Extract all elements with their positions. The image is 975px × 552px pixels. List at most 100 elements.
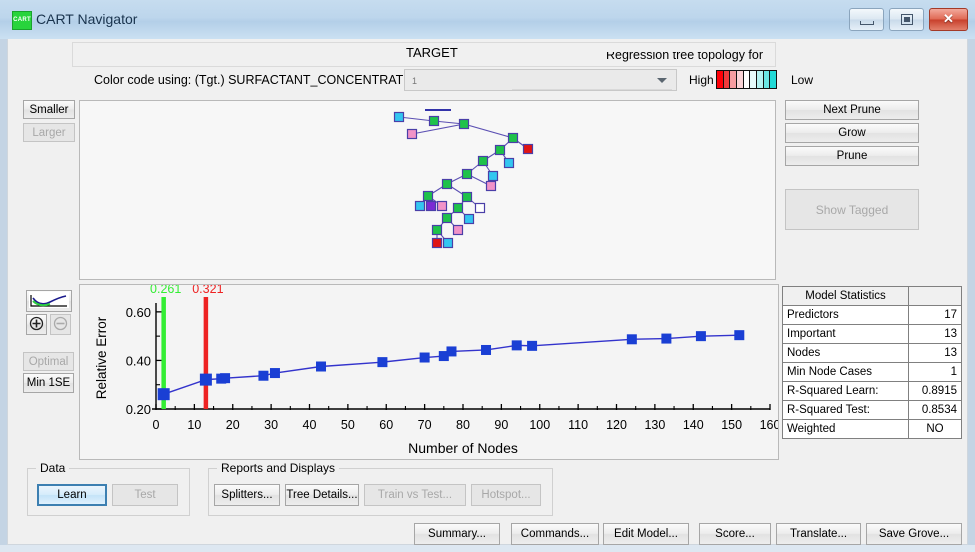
zoom-out-icon xyxy=(53,316,68,330)
ramp-swatch-5 xyxy=(743,71,751,88)
series-point[interactable] xyxy=(199,373,212,386)
right-edge-strip xyxy=(968,39,975,545)
summary-button[interactable]: Summary... xyxy=(414,523,500,545)
tree-node[interactable] xyxy=(441,212,453,224)
x-tick-label: 140 xyxy=(683,418,704,432)
series-point[interactable] xyxy=(377,357,388,368)
series-point[interactable] xyxy=(695,331,706,342)
stats-title: Model Statistics xyxy=(782,286,909,306)
series-point[interactable] xyxy=(481,344,492,355)
tree-node[interactable] xyxy=(393,111,405,123)
series-point[interactable] xyxy=(734,330,745,341)
minimize-button[interactable] xyxy=(849,8,884,31)
optimal-button[interactable]: Optimal xyxy=(23,352,74,371)
commands-button[interactable]: Commands... xyxy=(511,523,599,545)
hotspot-button[interactable]: Hotspot... xyxy=(471,484,541,506)
score-button[interactable]: Score... xyxy=(699,523,771,545)
tree-node[interactable] xyxy=(428,115,440,127)
tree-node[interactable] xyxy=(422,190,434,202)
series-point[interactable] xyxy=(446,346,457,357)
tree-node[interactable] xyxy=(522,143,534,155)
translate-button[interactable]: Translate... xyxy=(776,523,861,545)
prune-button[interactable]: Prune xyxy=(785,146,919,166)
tree-node[interactable] xyxy=(477,155,489,167)
test-button[interactable]: Test xyxy=(112,484,178,506)
larger-button[interactable]: Larger xyxy=(23,123,75,142)
stats-header-row: Model Statistics xyxy=(782,286,962,306)
tree-node[interactable] xyxy=(431,224,443,236)
tree-node[interactable] xyxy=(452,202,464,214)
y-tick-label: 0.20 xyxy=(126,402,151,417)
stats-row-value: NO xyxy=(908,419,962,439)
x-tick-label: 80 xyxy=(456,418,470,432)
grow-button[interactable]: Grow xyxy=(785,123,919,143)
window-controls: ✕ xyxy=(849,8,968,31)
x-tick-label: 110 xyxy=(568,418,588,432)
learn-button[interactable]: Learn xyxy=(37,484,107,506)
series-point[interactable] xyxy=(419,352,430,363)
cart-navigator-window: CART CART Navigator ✕ Regression tree to… xyxy=(0,0,975,552)
tree-node[interactable] xyxy=(414,200,426,212)
stats-row: Predictors 17 xyxy=(782,305,962,325)
tree-node[interactable] xyxy=(463,213,475,225)
series-point[interactable] xyxy=(157,388,170,401)
color-code-select[interactable]: 1 xyxy=(404,69,677,91)
train-vs-test-button[interactable]: Train vs Test... xyxy=(364,484,466,506)
smaller-button[interactable]: Smaller xyxy=(23,100,75,119)
tree-node[interactable] xyxy=(452,224,464,236)
x-tick-label: 50 xyxy=(341,418,355,432)
close-button[interactable]: ✕ xyxy=(929,8,968,31)
x-tick-label: 100 xyxy=(529,418,550,432)
tree-node[interactable] xyxy=(431,237,443,249)
series-point[interactable] xyxy=(269,368,280,379)
series-point[interactable] xyxy=(220,373,231,384)
tree-node[interactable] xyxy=(503,157,515,169)
tree-topology-panel[interactable] xyxy=(79,100,776,280)
stats-row: R-Squared Test: 0.8534 xyxy=(782,400,962,420)
relative-error-curve-icon xyxy=(29,291,69,308)
tree-node[interactable] xyxy=(461,191,473,203)
series-point[interactable] xyxy=(316,361,327,372)
stats-row-label: R-Squared Test: xyxy=(782,400,909,420)
min-1se-button[interactable]: Min 1SE xyxy=(23,373,74,393)
series-point[interactable] xyxy=(258,370,269,381)
tree-node[interactable] xyxy=(441,178,453,190)
tree-node[interactable] xyxy=(485,180,497,192)
series-point[interactable] xyxy=(511,340,522,351)
tree-node[interactable] xyxy=(406,128,418,140)
tree-node[interactable] xyxy=(425,200,437,212)
ramp-swatch-4 xyxy=(737,71,744,88)
x-tick-label: 10 xyxy=(187,418,201,432)
show-tagged-button[interactable]: Show Tagged xyxy=(785,189,919,230)
tree-node[interactable] xyxy=(458,118,470,130)
x-tick-label: 160 xyxy=(760,418,779,432)
error-curve-toggle-button[interactable] xyxy=(26,290,72,312)
x-tick-label: 90 xyxy=(494,418,508,432)
tree-node[interactable] xyxy=(436,200,448,212)
relative-error-chart-panel[interactable]: 0 10 20 30 40 50 60 70 80 90 100 110 120 130 140 150 160… xyxy=(79,284,779,460)
series-point[interactable] xyxy=(626,334,637,345)
series-point[interactable] xyxy=(661,333,672,344)
reports-group-title: Reports and Displays xyxy=(217,461,340,475)
tree-node[interactable] xyxy=(474,202,486,214)
maximize-button[interactable] xyxy=(889,8,924,31)
tree-node[interactable] xyxy=(507,132,519,144)
tree-node[interactable] xyxy=(442,237,454,249)
edit-model-button[interactable]: Edit Model... xyxy=(603,523,689,545)
tree-details-button[interactable]: Tree Details... xyxy=(285,484,359,506)
tree-node[interactable] xyxy=(461,168,473,180)
save-grove-button[interactable]: Save Grove... xyxy=(866,523,962,545)
title-bar: CART CART Navigator ✕ xyxy=(0,0,975,40)
zoom-out-button[interactable] xyxy=(50,314,71,335)
series-point[interactable] xyxy=(527,340,538,351)
x-tick-label: 40 xyxy=(303,418,317,432)
next-prune-button[interactable]: Next Prune xyxy=(785,100,919,120)
tree-node[interactable] xyxy=(487,170,499,182)
zoom-in-button[interactable] xyxy=(26,314,47,335)
tree-edge xyxy=(463,123,514,139)
splitters-button[interactable]: Splitters... xyxy=(214,484,280,506)
app-logo-icon: CART xyxy=(12,11,32,30)
chart-marker-label-min-1se: 0.321 xyxy=(192,285,223,296)
tree-node[interactable] xyxy=(494,144,506,156)
stats-row-value: 0.8915 xyxy=(908,381,962,401)
